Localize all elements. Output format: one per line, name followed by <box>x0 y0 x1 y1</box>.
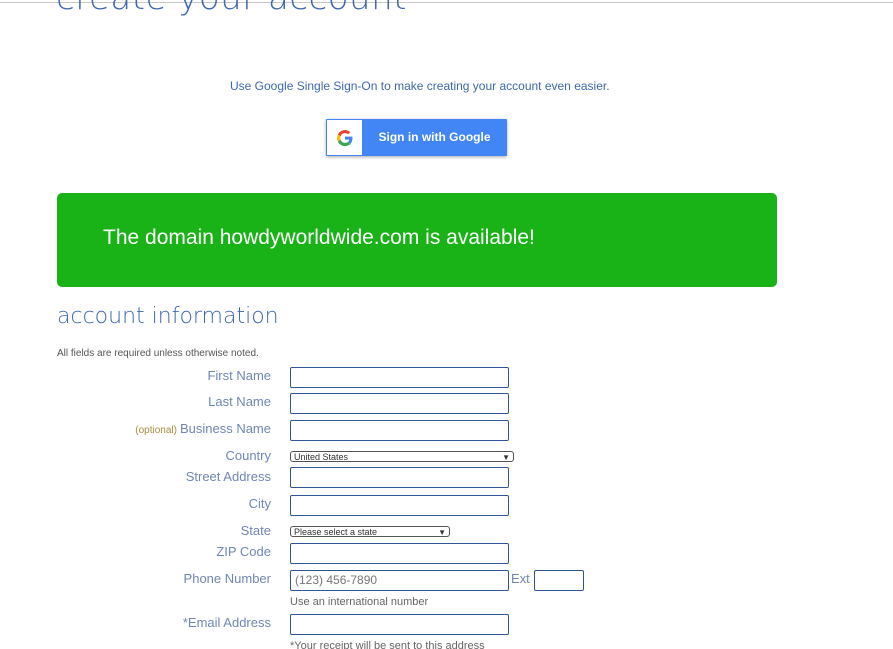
phone-ext-field[interactable] <box>534 570 584 591</box>
page-title: create your account <box>56 0 407 18</box>
chevron-down-icon: ▼ <box>438 528 446 537</box>
last-name-label: Last Name <box>208 394 271 409</box>
first-name-label: First Name <box>207 368 271 383</box>
country-label: Country <box>225 448 271 463</box>
street-address-field[interactable] <box>290 467 509 488</box>
domain-available-banner: The domain howdyworldwide.com is availab… <box>57 193 777 287</box>
google-logo-box <box>327 120 362 155</box>
chevron-down-icon: ▼ <box>502 453 510 462</box>
city-label: City <box>248 496 271 511</box>
phone-helper-text: Use an international number <box>290 596 429 608</box>
state-label: State <box>240 523 271 538</box>
phone-number-label: Phone Number <box>183 571 271 586</box>
required-fields-note: All fields are required unless otherwise… <box>57 348 259 359</box>
city-field[interactable] <box>290 495 509 516</box>
country-select[interactable]: United States ▼ <box>290 451 514 462</box>
google-button-label: Sign in with Google <box>378 130 491 144</box>
google-sign-in-button[interactable]: Sign in with Google <box>326 119 507 156</box>
first-name-field[interactable] <box>290 367 509 388</box>
phone-number-field[interactable] <box>290 570 509 591</box>
section-title: account information <box>57 304 279 329</box>
email-address-label: *Email Address <box>182 615 271 630</box>
email-helper-text: *Your receipt will be sent to this addre… <box>290 640 485 649</box>
business-name-label: Business Name <box>179 421 271 436</box>
google-g-icon <box>336 129 352 146</box>
country-select-value: United States <box>294 452 349 462</box>
last-name-field[interactable] <box>290 393 509 414</box>
domain-available-message: The domain howdyworldwide.com is availab… <box>103 226 535 249</box>
zip-code-field[interactable] <box>290 543 509 564</box>
sso-description: Use Google Single Sign-On to make creati… <box>230 79 610 93</box>
business-name-label-row: (optional) Business Name <box>135 421 271 436</box>
zip-code-label: ZIP Code <box>216 544 271 559</box>
optional-tag: (optional) <box>135 425 177 436</box>
email-address-field[interactable] <box>290 614 509 635</box>
street-address-label: Street Address <box>185 469 271 484</box>
signup-page: create your account Use Google Single Si… <box>0 0 893 649</box>
state-select[interactable]: Please select a state ▼ <box>290 526 450 537</box>
ext-label: Ext <box>511 571 530 586</box>
business-name-field[interactable] <box>290 420 509 441</box>
state-select-value: Please select a state <box>294 527 378 537</box>
